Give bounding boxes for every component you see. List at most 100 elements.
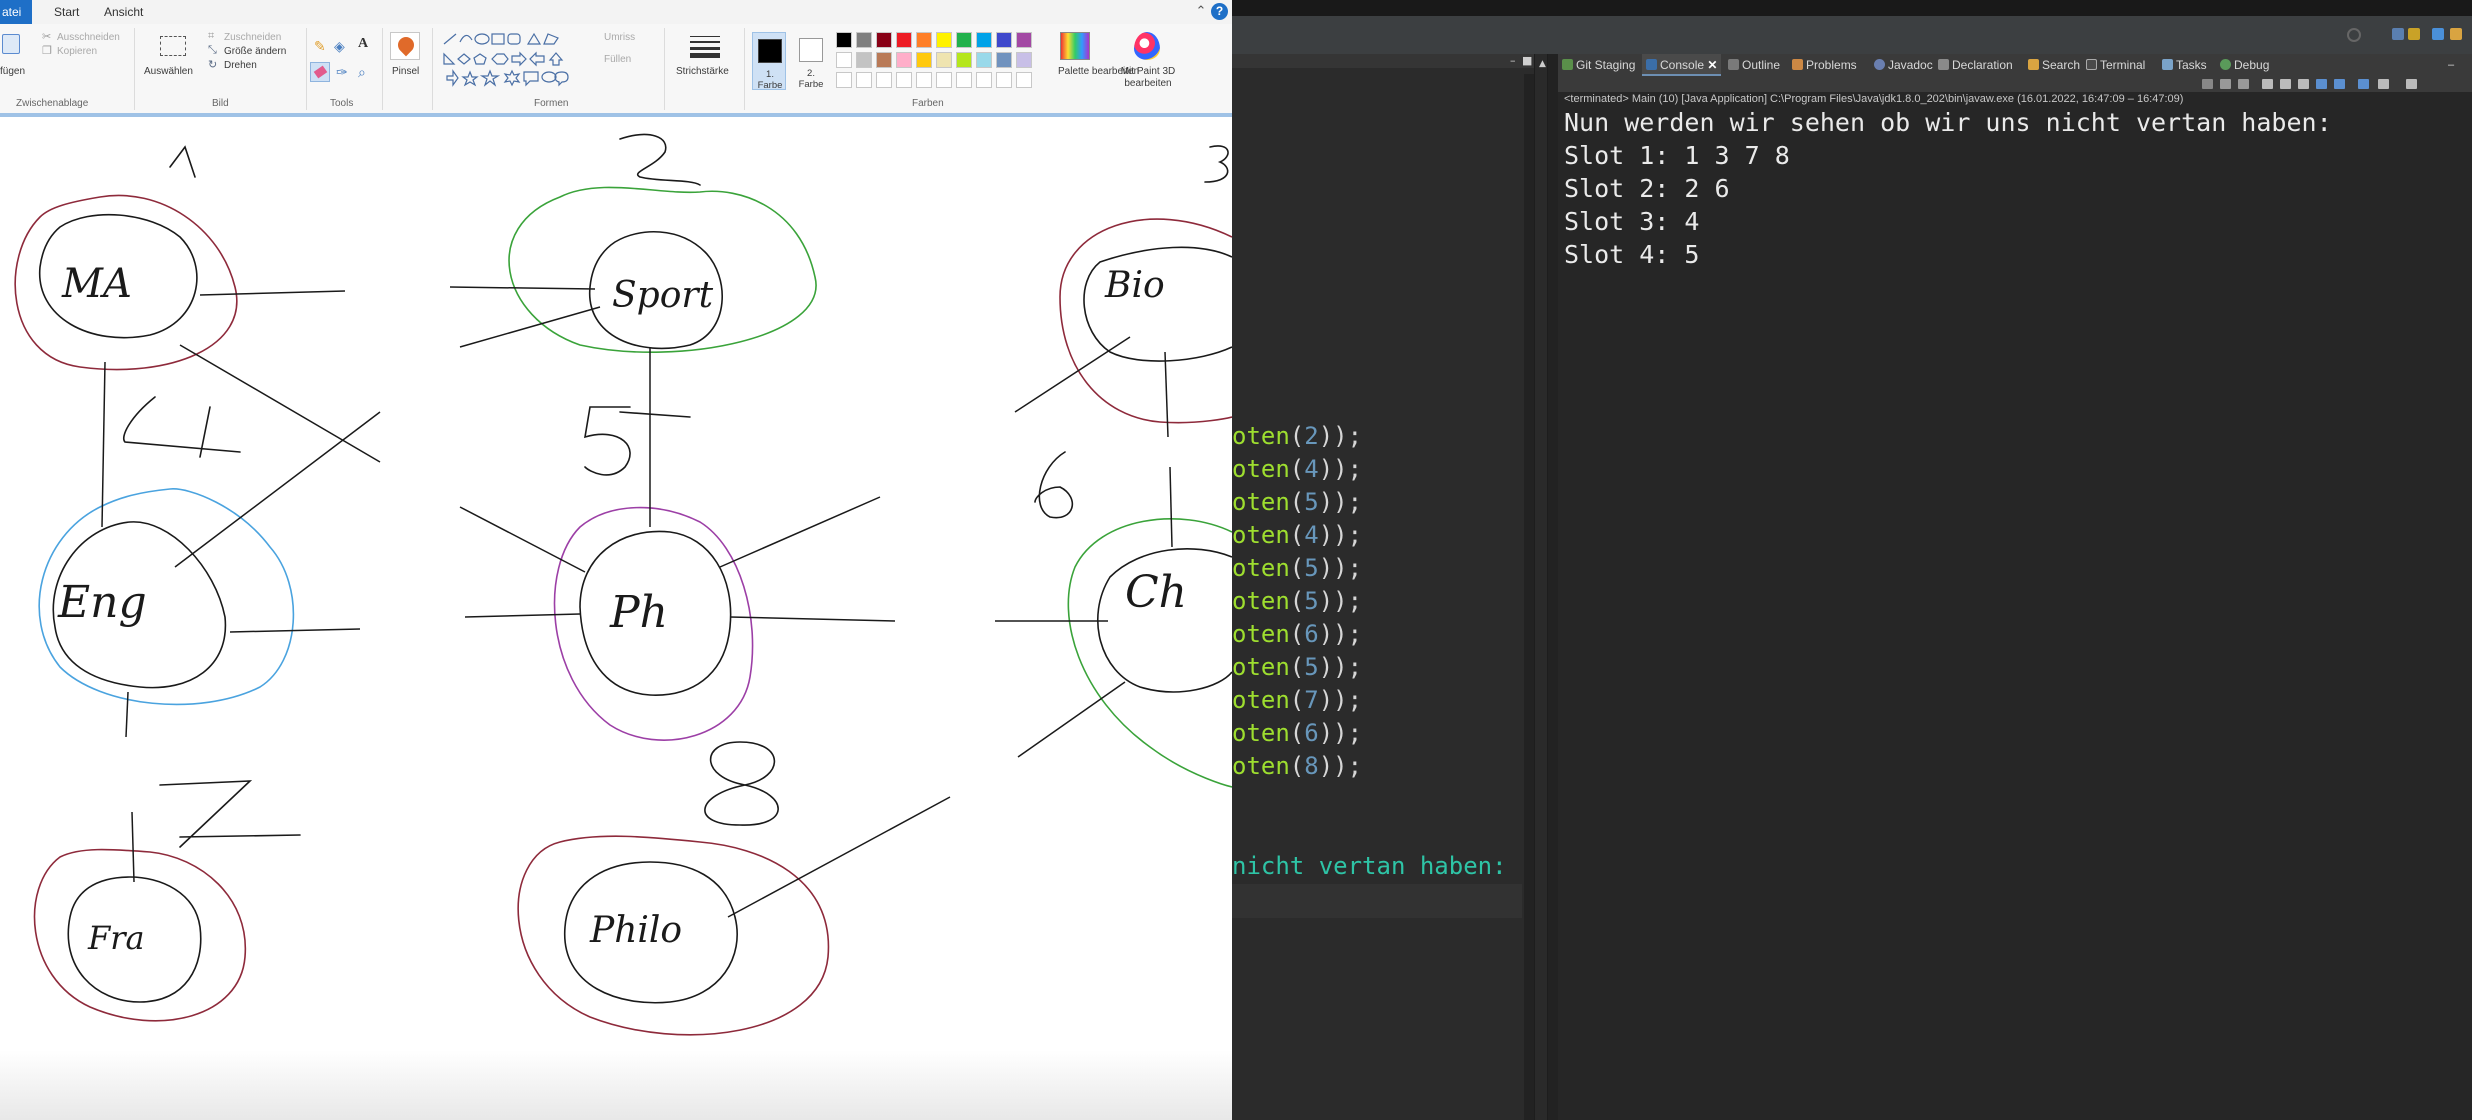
paste-icon[interactable] xyxy=(2,34,20,54)
paste-button[interactable]: fügen xyxy=(0,66,25,77)
crop-button[interactable]: Zuschneiden xyxy=(224,32,281,43)
color1-selector[interactable]: 1. Farbe xyxy=(752,32,786,91)
select-icon[interactable] xyxy=(160,36,186,56)
tab-console[interactable]: Console ✕ xyxy=(1642,54,1722,76)
color-swatch[interactable] xyxy=(976,32,992,48)
line-size-button[interactable]: Strichstärke xyxy=(676,66,729,77)
text-tool-icon[interactable]: A xyxy=(358,36,368,52)
color-swatch[interactable] xyxy=(836,52,852,68)
tab-debug[interactable]: Debug xyxy=(2220,54,2269,76)
clear-console-icon[interactable] xyxy=(2262,79,2273,89)
scroll-lock-icon[interactable] xyxy=(2280,79,2291,89)
fill-bucket-icon[interactable]: ◈ xyxy=(334,38,345,55)
tab-start[interactable]: Start xyxy=(46,2,87,22)
display-console-icon[interactable] xyxy=(2378,79,2389,89)
custom-color-swatch[interactable] xyxy=(916,72,932,88)
eraser-icon[interactable] xyxy=(310,62,330,82)
custom-color-swatch[interactable] xyxy=(996,72,1012,88)
tab-outline[interactable]: Outline xyxy=(1728,54,1780,76)
debug-perspective-icon[interactable] xyxy=(2432,28,2444,40)
outline-button[interactable]: Umriss xyxy=(604,32,635,43)
custom-color-swatch[interactable] xyxy=(936,72,952,88)
search-icon[interactable] xyxy=(2347,28,2361,42)
console-view[interactable]: Git Staging Console ✕ Outline Problems J… xyxy=(1558,54,2472,1120)
brush-icon[interactable] xyxy=(390,32,420,60)
color-swatch[interactable] xyxy=(956,52,972,68)
tab-git-staging[interactable]: Git Staging xyxy=(1562,54,1635,76)
color-swatch[interactable] xyxy=(956,32,972,48)
code-line: oten(4)); xyxy=(1232,455,1363,483)
pin-console-icon[interactable] xyxy=(2358,79,2369,89)
magnifier-icon[interactable]: ⌕ xyxy=(358,64,366,81)
perspective-icon[interactable] xyxy=(2392,28,2404,40)
view-menu-icon[interactable]: – xyxy=(2448,54,2454,76)
collapse-arrow-icon[interactable]: ▲ xyxy=(1539,59,1546,69)
color-swatch[interactable] xyxy=(896,52,912,68)
tab-declaration[interactable]: Declaration xyxy=(1938,54,2013,76)
drawing-canvas[interactable]: MA Sport Bio Eng Ph Ch Fra Philo xyxy=(0,117,1232,1050)
open-console-icon[interactable] xyxy=(2406,79,2417,89)
group-label-image: Bild xyxy=(212,98,229,109)
tab-terminal[interactable]: Terminal xyxy=(2086,54,2145,76)
rotate-button[interactable]: Drehen xyxy=(224,60,257,71)
color-swatch[interactable] xyxy=(856,32,872,48)
select-button[interactable]: Auswählen xyxy=(144,66,193,77)
color-swatch[interactable] xyxy=(936,52,952,68)
tab-javadoc[interactable]: Javadoc xyxy=(1874,54,1933,76)
close-icon[interactable]: ✕ xyxy=(1707,58,1717,72)
tab-tasks[interactable]: Tasks xyxy=(2162,54,2207,76)
color-swatch[interactable] xyxy=(876,52,892,68)
copy-button[interactable]: Kopieren xyxy=(57,46,97,57)
paint3d-button[interactable]: Mit Paint 3D bearbeiten xyxy=(1118,66,1178,90)
pencil-icon[interactable]: ✎ xyxy=(314,38,326,55)
color-swatch[interactable] xyxy=(996,32,1012,48)
sash[interactable]: ▲ xyxy=(1534,54,1548,1120)
custom-color-swatch[interactable] xyxy=(856,72,872,88)
color-swatch[interactable] xyxy=(1016,52,1032,68)
color2-selector[interactable]: 2. Farbe xyxy=(794,32,828,90)
maximize-icon[interactable]: ■ xyxy=(1522,54,1532,68)
custom-color-swatch[interactable] xyxy=(876,72,892,88)
help-icon[interactable]: ? xyxy=(1211,3,1228,20)
editor-scrollbar[interactable] xyxy=(1524,74,1534,1120)
word-wrap-icon[interactable] xyxy=(2298,79,2309,89)
custom-color-swatch[interactable] xyxy=(1016,72,1032,88)
custom-color-swatch[interactable] xyxy=(956,72,972,88)
color-swatch[interactable] xyxy=(836,32,852,48)
color-picker-icon[interactable]: ✑ xyxy=(336,64,348,81)
terminate-icon[interactable] xyxy=(2202,79,2213,89)
color-swatch[interactable] xyxy=(1016,32,1032,48)
tab-problems[interactable]: Problems xyxy=(1792,54,1857,76)
color-swatch[interactable] xyxy=(976,52,992,68)
shapes-gallery[interactable] xyxy=(440,30,590,90)
custom-color-swatch[interactable] xyxy=(976,72,992,88)
brushes-button[interactable]: Pinsel xyxy=(392,66,419,77)
custom-color-swatch[interactable] xyxy=(836,72,852,88)
color-swatch[interactable] xyxy=(916,32,932,48)
color-swatch[interactable] xyxy=(876,32,892,48)
tab-file[interactable]: atei xyxy=(0,0,32,24)
fill-button[interactable]: Füllen xyxy=(604,54,631,65)
code-editor[interactable]: – ■ oten(2)); oten(4)); oten(5)); oten(4));… xyxy=(1232,54,1534,1120)
color-swatch[interactable] xyxy=(996,52,1012,68)
resize-button[interactable]: Größe ändern xyxy=(224,46,286,57)
collapse-ribbon-icon[interactable]: ⌃ xyxy=(1192,2,1210,20)
show-on-output-icon[interactable] xyxy=(2316,79,2327,89)
java-perspective-icon[interactable] xyxy=(2408,28,2420,40)
color-swatch[interactable] xyxy=(916,52,932,68)
color-swatch[interactable] xyxy=(936,32,952,48)
line-size-icon[interactable] xyxy=(690,34,720,58)
minimize-icon[interactable]: – xyxy=(1510,54,1516,68)
tab-view[interactable]: Ansicht xyxy=(96,2,151,22)
paint3d-icon[interactable] xyxy=(1134,32,1160,60)
remove-launch-icon[interactable] xyxy=(2220,79,2231,89)
color-swatch[interactable] xyxy=(856,52,872,68)
cut-button[interactable]: Ausschneiden xyxy=(57,32,120,43)
remove-all-icon[interactable] xyxy=(2238,79,2249,89)
color-swatch[interactable] xyxy=(896,32,912,48)
custom-color-swatch[interactable] xyxy=(896,72,912,88)
git-perspective-icon[interactable] xyxy=(2450,28,2462,40)
edit-palette-icon[interactable] xyxy=(1060,32,1090,60)
show-on-error-icon[interactable] xyxy=(2334,79,2345,89)
tab-search[interactable]: Search xyxy=(2028,54,2080,76)
